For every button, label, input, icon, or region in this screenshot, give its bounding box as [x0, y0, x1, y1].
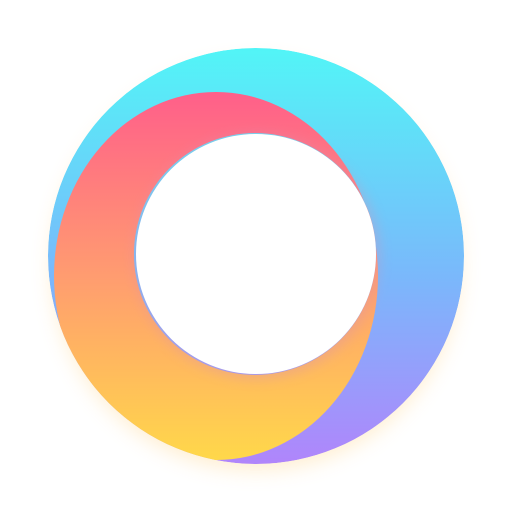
app-icon-canvas — [0, 0, 512, 512]
ring-logo-icon — [48, 48, 464, 470]
ring-center-hole — [136, 134, 376, 374]
